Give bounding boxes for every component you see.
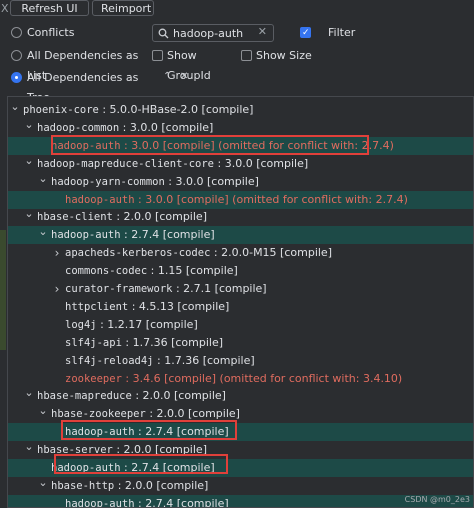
dependency-version: : 1.2.17 [compile]	[96, 317, 198, 331]
dependency-name: zookeeper	[65, 372, 122, 385]
toolbar: X Refresh UI Reimport	[0, 0, 474, 18]
dependency-name: hadoop-yarn-common	[51, 175, 165, 188]
show-size-option[interactable]: Show Size	[240, 46, 320, 66]
tree-row[interactable]: ⌄ phoenix-core : 5.0.0-HBase-2.0 [compile…	[8, 98, 473, 119]
show-size-label: Show Size	[256, 49, 312, 62]
chevron-down-icon[interactable]: ⌄	[10, 98, 20, 116]
dependency-name: log4j	[65, 318, 97, 331]
reimport-button[interactable]: Reimport	[92, 0, 154, 16]
filter-option[interactable]: Filter	[300, 23, 370, 43]
dependency-version: : 1.7.36 [compile]	[153, 353, 255, 367]
dependency-name: curator-framework	[65, 283, 173, 295]
watermark: CSDN @m0_2e3	[404, 495, 470, 504]
dependency-name: slf4j-api	[65, 336, 122, 349]
tree-row[interactable]: ⌄ hadoop-yarn-common : 3.0.0 [compile]	[8, 170, 473, 191]
dependency-name: hbase-zookeeper	[51, 408, 146, 421]
show-groupid-label: Show GroupId	[167, 49, 211, 82]
all-deps-list-radio[interactable]	[11, 50, 22, 61]
conflicts-radio[interactable]	[11, 27, 22, 38]
search-input[interactable]	[173, 26, 255, 40]
search-icon	[158, 28, 169, 39]
dependency-name: hadoop-common	[37, 121, 120, 134]
dependency-version: : 3.0.0 [compile]	[164, 174, 259, 188]
dependency-version: : 2.0.0 [compile]	[145, 407, 240, 421]
tree-row[interactable]: ⌄ hbase-mapreduce : 2.0.0 [compile]	[8, 384, 473, 405]
tree-row[interactable]: › apacheds-kerberos-codec : 2.0.0-M15 [co…	[8, 244, 473, 262]
dependency-name: httpclient	[65, 300, 129, 313]
chevron-down-icon[interactable]: ⌄	[38, 474, 48, 492]
dependency-name: hadoop-auth	[65, 193, 135, 206]
filter-checkbox[interactable]	[300, 23, 311, 43]
tree-row[interactable]: › curator-framework : 2.7.1 [compile]	[8, 280, 473, 298]
chevron-down-icon[interactable]: ⌄	[38, 223, 48, 241]
dependency-version: : 1.15 [compile]	[147, 264, 238, 278]
conflicts-option[interactable]: Conflicts	[10, 23, 150, 43]
dependency-version: : 3.0.0 [compile]	[119, 120, 214, 134]
chevron-down-icon[interactable]: ⌄	[24, 205, 34, 223]
editor-gutter	[0, 230, 6, 350]
dependency-version: : 1.7.36 [compile]	[121, 335, 224, 349]
search-field[interactable]: ✕	[152, 24, 274, 42]
chevron-down-icon[interactable]: ⌄	[24, 384, 34, 402]
chevron-down-icon[interactable]: ⌄	[24, 152, 34, 170]
dependency-version: : 2.0.0 [compile]	[114, 478, 209, 492]
chevron-right-icon[interactable]: ›	[52, 244, 62, 262]
dependency-version: : 2.7.4 [compile]	[120, 228, 215, 242]
tree-row[interactable]: log4j : 1.2.17 [compile]	[8, 316, 473, 334]
tree-row[interactable]: commons-codec : 1.15 [compile]	[8, 262, 473, 280]
dependency-name: hadoop-auth	[51, 229, 121, 242]
chevron-down-icon[interactable]: ⌄	[38, 170, 48, 188]
show-groupid-option[interactable]: Show GroupId	[151, 46, 241, 82]
collapse-all-icon[interactable]: ✕	[180, 71, 188, 82]
filter-label: Filter	[328, 26, 356, 39]
dependency-version: : 5.0.0-HBase-2.0 [compile]	[98, 103, 254, 116]
dependency-name: hbase-http	[51, 479, 115, 492]
tree-row[interactable]: ⌄ hadoop-mapreduce-client-core : 3.0.0 [c…	[8, 152, 473, 173]
conflicts-label: Conflicts	[27, 26, 75, 39]
dependency-name: hadoop-auth	[65, 497, 135, 508]
dependency-name: phoenix-core	[23, 104, 99, 116]
dependency-version: : 3.0.0 [compile] (omitted for conflict …	[134, 192, 408, 206]
tree-row[interactable]: httpclient : 4.5.13 [compile]	[8, 298, 473, 316]
chevron-down-icon[interactable]: ⌄	[24, 116, 34, 134]
dependency-version: : 4.5.13 [compile]	[128, 299, 230, 313]
chevron-down-icon[interactable]: ⌄	[38, 402, 48, 420]
annotation-box	[54, 454, 228, 474]
annotation-box	[61, 420, 237, 440]
dependency-name: slf4j-reload4j	[65, 354, 154, 367]
annotation-box	[51, 135, 369, 155]
dependency-name: commons-codec	[65, 265, 148, 278]
show-size-checkbox[interactable]	[241, 50, 252, 61]
dependency-version: : 2.0.0 [compile]	[131, 389, 226, 403]
dependency-version: : 3.4.6 [compile] (omitted for conflict …	[121, 371, 403, 385]
dependency-name: hbase-client	[37, 211, 113, 224]
show-groupid-checkbox[interactable]	[152, 50, 163, 61]
dependency-version: : 3.0.0 [compile]	[214, 156, 309, 170]
tree-row[interactable]: slf4j-reload4j : 1.7.36 [compile]	[8, 352, 473, 370]
dependency-name: apacheds-kerberos-codec	[65, 247, 211, 260]
dependency-version: : 2.7.1 [compile]	[172, 282, 267, 295]
tree-row[interactable]: ⌄ hbase-client : 2.0.0 [compile]	[8, 205, 473, 226]
expand-all-icon[interactable]: ⌃	[163, 71, 171, 82]
tree-row[interactable]: slf4j-api : 1.7.36 [compile]	[8, 334, 473, 352]
refresh-ui-button[interactable]: Refresh UI	[10, 0, 89, 16]
dependency-name: hadoop-mapreduce-client-core	[37, 157, 215, 170]
dependency-version: : 2.0.0 [compile]	[112, 210, 207, 224]
tree-row[interactable]: ⌄ hbase-http : 2.0.0 [compile]	[8, 474, 473, 495]
dependency-version: : 2.0.0-M15 [compile]	[210, 246, 332, 260]
tree-row[interactable]: hadoop-auth : 3.0.0 [compile] (omitted f…	[8, 190, 473, 209]
tree-row[interactable]: zookeeper : 3.4.6 [compile] (omitted for…	[8, 370, 473, 388]
tree-row[interactable]: hadoop-auth : 2.7.4 [compile]	[8, 494, 473, 508]
all-deps-list-option[interactable]: All Dependencies as List	[10, 46, 150, 82]
clear-search-icon[interactable]: ✕	[258, 25, 267, 38]
close-icon[interactable]: X	[1, 2, 9, 15]
dependency-tree[interactable]: ⌄ phoenix-core : 5.0.0-HBase-2.0 [compile…	[7, 96, 474, 508]
all-deps-tree-radio[interactable]	[11, 72, 22, 83]
tree-row[interactable]: ⌄ hadoop-auth : 2.7.4 [compile]	[8, 223, 473, 245]
dependency-name: hbase-mapreduce	[37, 390, 132, 403]
dependency-version: : 2.7.4 [compile]	[134, 496, 229, 508]
chevron-down-icon[interactable]: ⌄	[24, 438, 34, 456]
all-deps-tree-option[interactable]: All Dependencies as Tree	[10, 68, 160, 104]
chevron-right-icon[interactable]: ›	[52, 280, 62, 298]
